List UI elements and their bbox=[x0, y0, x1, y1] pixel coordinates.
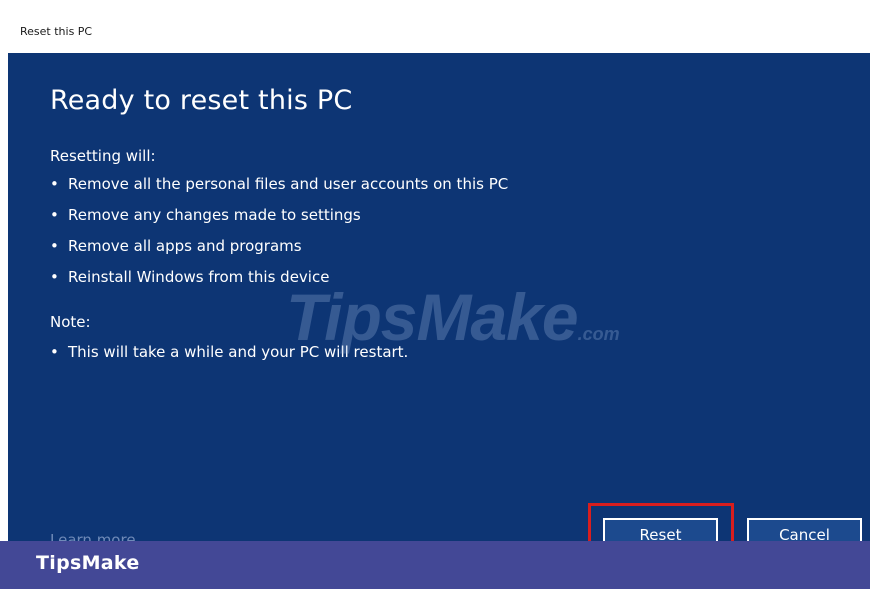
bullet-icon: • bbox=[50, 175, 59, 193]
dialog-content: Ready to reset this PC Resetting will: •… bbox=[8, 53, 870, 589]
screenshot-stage: Reset this PC Ready to reset this PC Res… bbox=[0, 0, 870, 589]
reset-pc-window: Reset this PC Ready to reset this PC Res… bbox=[8, 12, 870, 589]
note-label: Note: bbox=[50, 313, 91, 331]
tipsmake-watermark: TipsMake.com bbox=[286, 279, 620, 355]
list-item-text: Remove all apps and programs bbox=[68, 237, 302, 255]
bullet-icon: • bbox=[50, 343, 59, 361]
bullet-icon: • bbox=[50, 268, 59, 286]
list-item: • Remove all the personal files and user … bbox=[50, 175, 508, 206]
list-item: • Remove any changes made to settings bbox=[50, 206, 508, 237]
watermark-text: TipsMake bbox=[286, 280, 579, 354]
brand-footer-bar: TipsMake bbox=[0, 541, 870, 589]
window-title: Reset this PC bbox=[20, 25, 93, 38]
list-item: • Remove all apps and programs bbox=[50, 237, 508, 268]
list-item-text: Remove all the personal files and user a… bbox=[68, 175, 509, 193]
window-titlebar: Reset this PC bbox=[8, 12, 870, 54]
list-item-text: Remove any changes made to settings bbox=[68, 206, 361, 224]
bullet-icon: • bbox=[50, 206, 59, 224]
page-title: Ready to reset this PC bbox=[50, 85, 353, 116]
bullet-icon: • bbox=[50, 237, 59, 255]
watermark-suffix: .com bbox=[577, 324, 620, 344]
brand-label: TipsMake bbox=[36, 552, 140, 574]
resetting-will-label: Resetting will: bbox=[50, 147, 156, 165]
